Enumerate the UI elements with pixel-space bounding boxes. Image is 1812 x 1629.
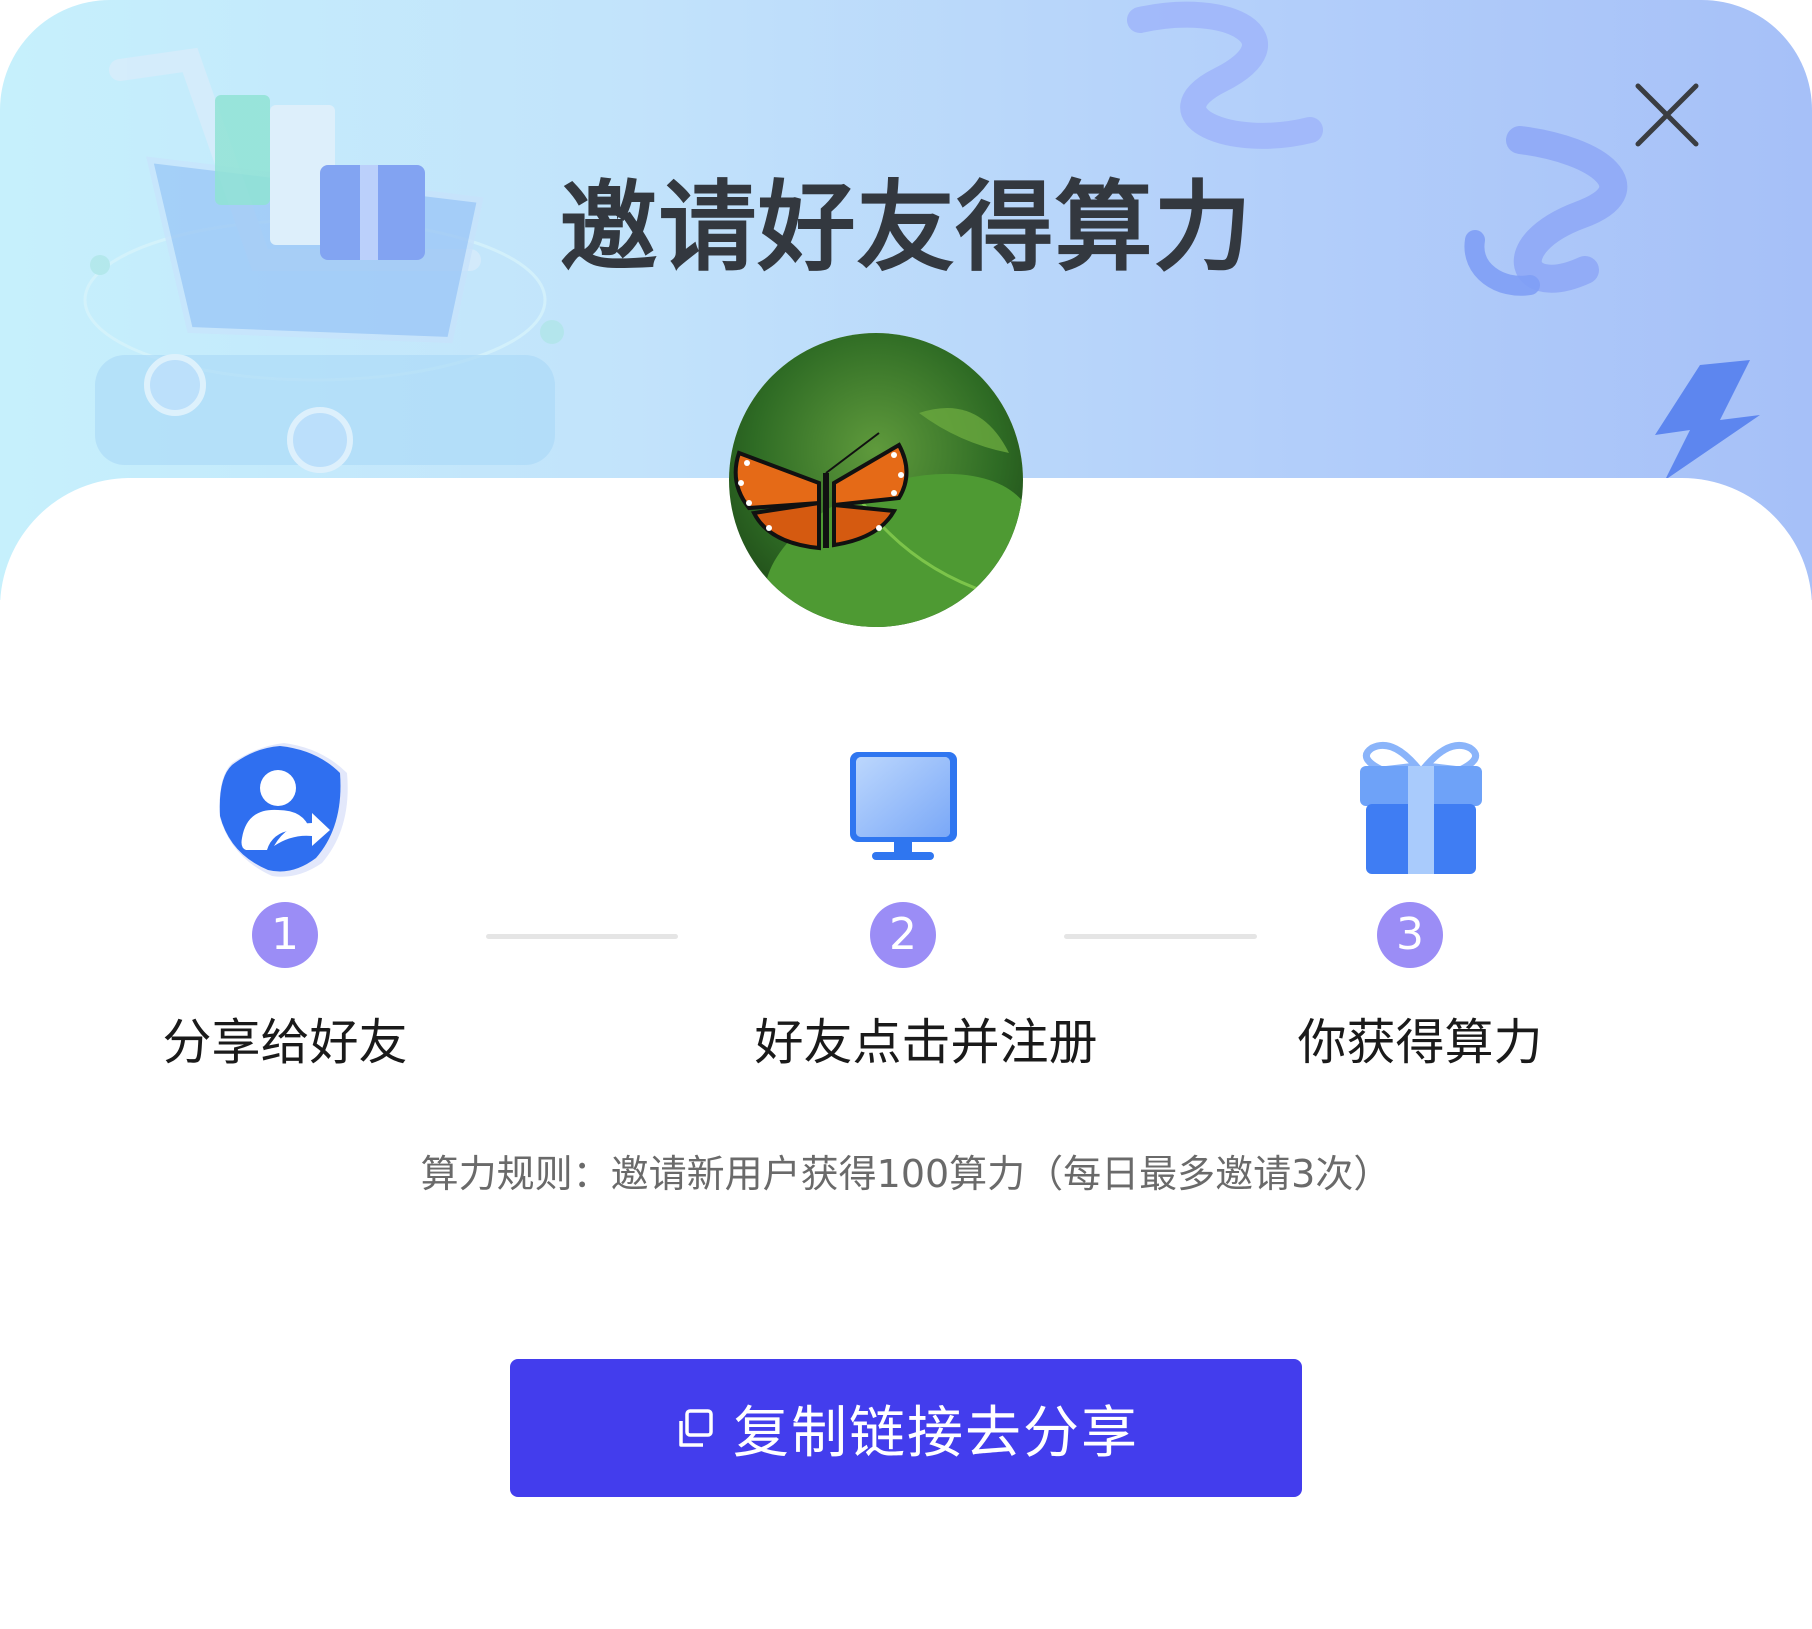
step-1-label: 分享给好友 — [162, 1014, 408, 1071]
gift-icon — [1360, 741, 1482, 874]
step-connector — [486, 934, 678, 939]
invite-modal: 邀请好友得算力 1 2 3 分享给好友 好友点击并注册 你获得算力 算力规则：邀… — [0, 0, 1812, 1629]
copy-icon — [679, 1409, 713, 1447]
step-3-label: 你获得算力 — [1297, 1014, 1543, 1071]
butterfly-avatar-icon — [729, 333, 1023, 627]
close-icon[interactable] — [1632, 80, 1702, 150]
step-1-badge: 1 — [252, 902, 318, 968]
copy-link-share-button[interactable]: 复制链接去分享 — [510, 1359, 1302, 1497]
monitor-icon — [850, 752, 957, 860]
rule-text: 算力规则：邀请新用户获得100算力（每日最多邀请3次） — [420, 1152, 1392, 1196]
step-connector — [1064, 934, 1257, 939]
share-button-label: 复制链接去分享 — [733, 1400, 1139, 1466]
step-2-badge: 2 — [870, 902, 936, 968]
avatar — [729, 333, 1023, 627]
step-2-label: 好友点击并注册 — [754, 1014, 1098, 1071]
share-user-icon — [219, 743, 348, 877]
step-3-badge: 3 — [1377, 902, 1443, 968]
modal-title: 邀请好友得算力 — [559, 171, 1253, 285]
